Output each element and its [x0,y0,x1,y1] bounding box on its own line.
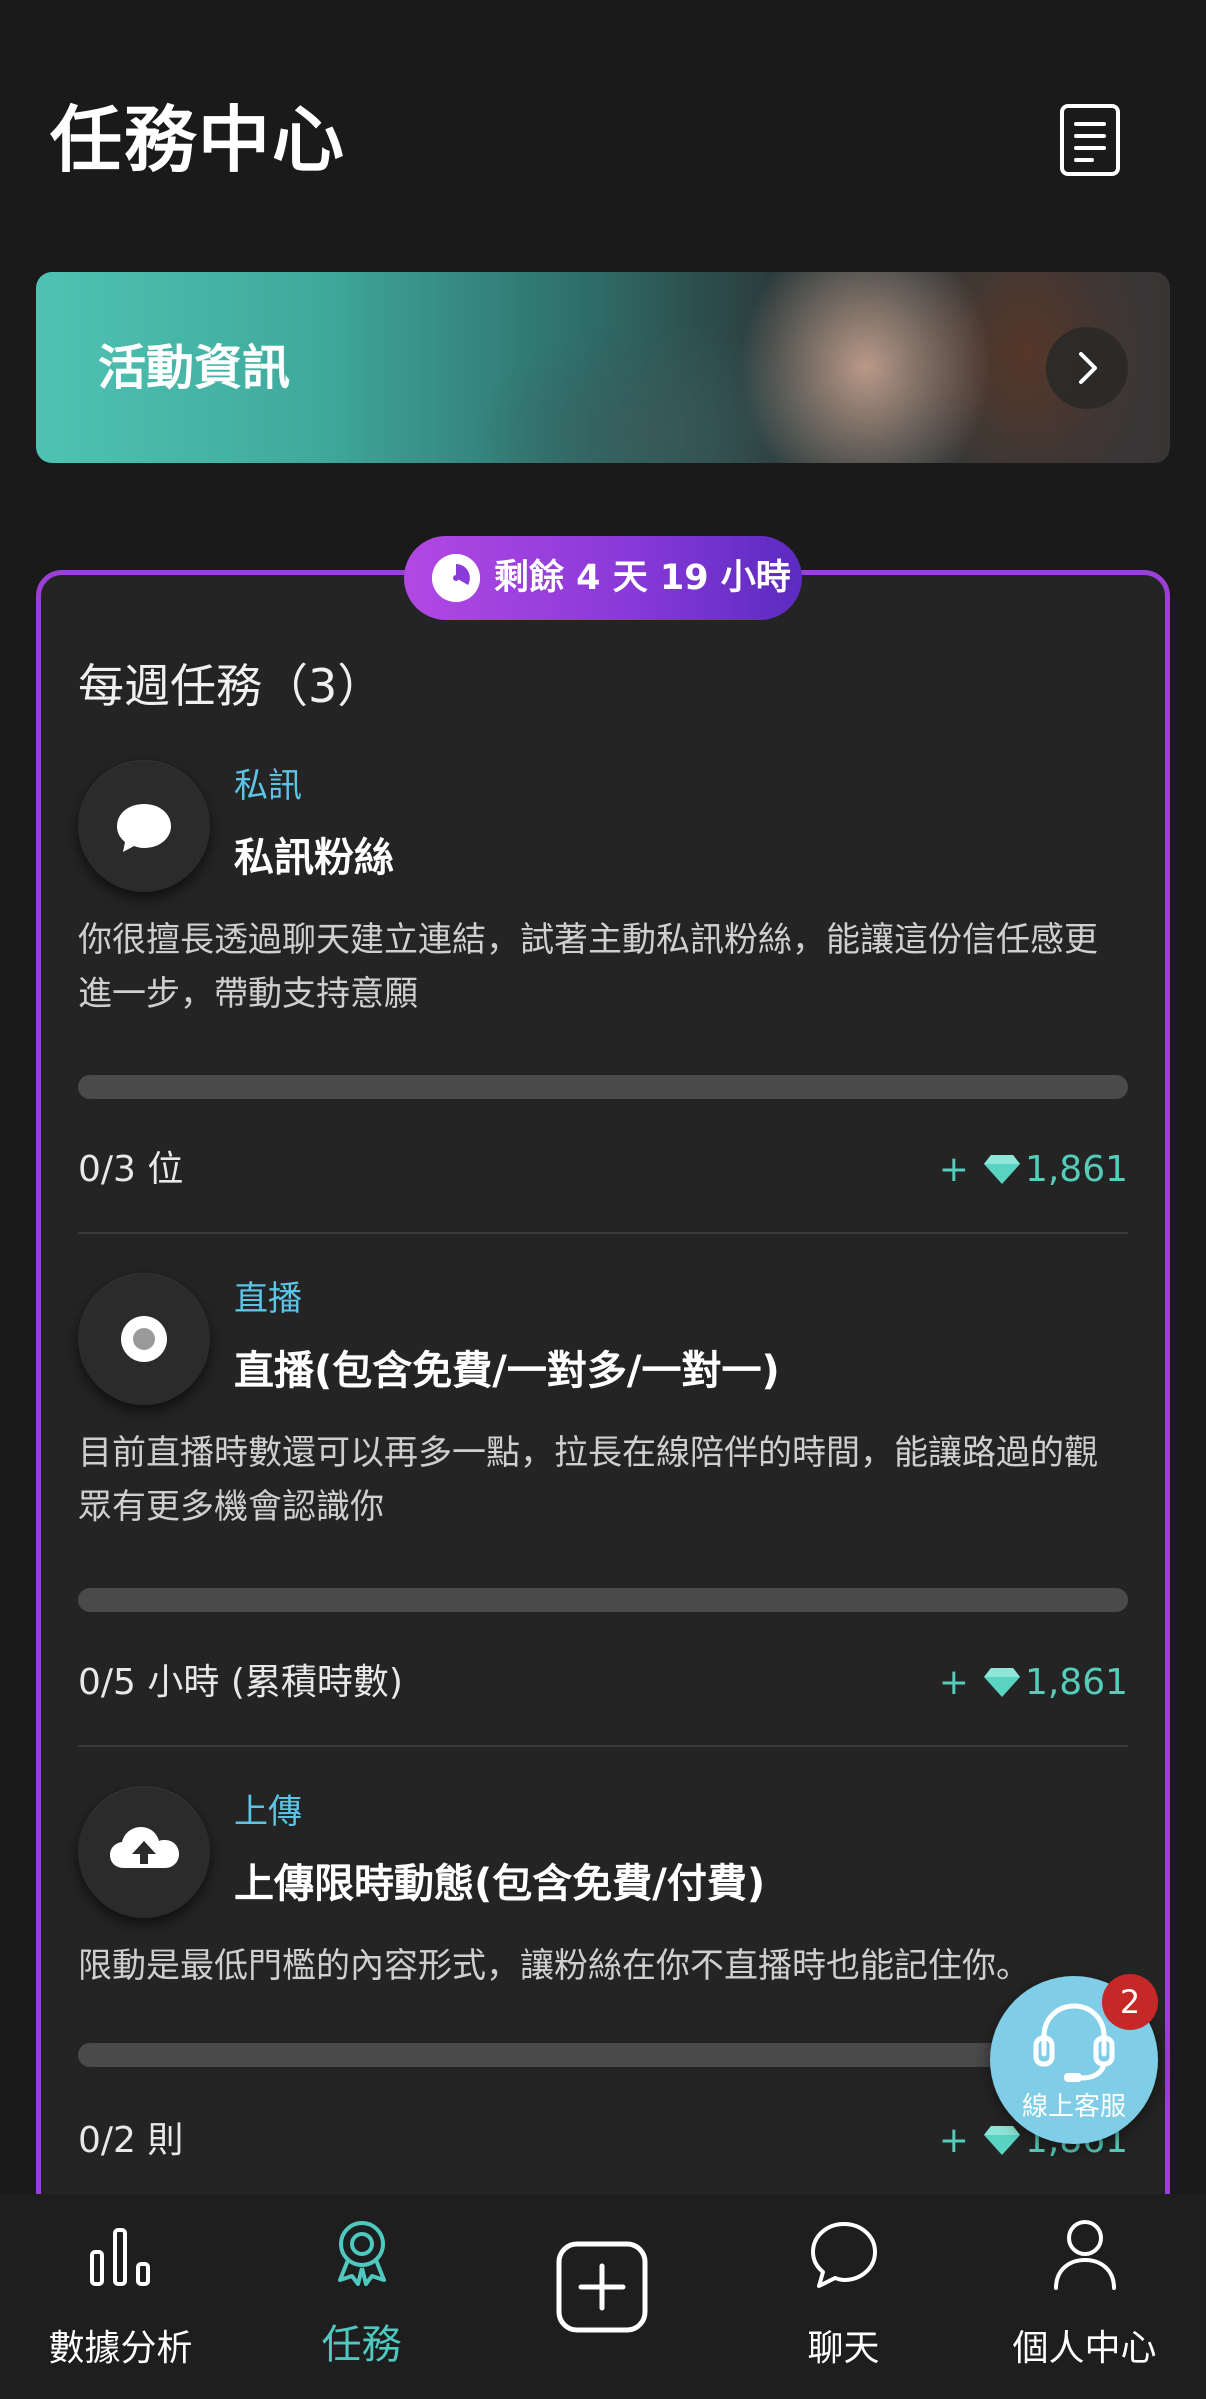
task-description: 你很擅長透過聊天建立連結，試著主動私訊粉絲，能讓這份信任感更進一步，帶動支持意願 [78,920,1098,1014]
progress-bar [78,1075,1128,1099]
document-list-icon[interactable] [1060,104,1120,176]
plus-square-icon [556,2241,648,2333]
divider [78,1232,1128,1234]
chat-bubble-icon [78,760,210,892]
reward-value: 1,861 [1024,1149,1128,1190]
reward-plus: + [938,2120,969,2161]
diamond-icon [983,1668,1020,1697]
nav-item-analytics[interactable]: 數據分析 [0,2194,241,2399]
bottom-nav: 數據分析 任務 聊天 個人中心 [0,2194,1206,2399]
task-progress-text: 0/3 位 [78,1149,184,1190]
task-name: 私訊粉絲 [234,835,394,881]
task-description: 限動是最低門檻的內容形式，讓粉絲在你不直播時也能記住你。 [78,1946,1030,1986]
header: 任務中心 [0,0,1206,240]
task-category: 直播 [234,1279,302,1319]
countdown-text: 剩餘 4 天 19 小時 [494,558,791,598]
clock-icon [432,554,480,602]
nav-label: 任務 [321,2322,402,2368]
task-description: 目前直播時數還可以再多一點，拉長在線陪伴的時間，能讓路過的觀眾有更多機會認識你 [78,1433,1098,1527]
nav-label: 數據分析 [48,2328,193,2369]
nav-item-tasks[interactable]: 任務 [241,2194,482,2399]
reward-plus: + [938,1662,969,1703]
banner-arrow-button[interactable] [1046,327,1128,409]
banner-title: 活動資訊 [98,340,291,396]
diamond-icon [983,2126,1020,2155]
divider [78,1745,1128,1747]
nav-item-chat[interactable]: 聊天 [723,2194,964,2399]
event-banner[interactable]: 活動資訊 [36,272,1170,463]
person-icon [1054,2220,1116,2290]
award-ribbon-icon [338,2221,386,2286]
task-name: 上傳限時動態(包含免費/付費) [234,1861,766,1907]
task-progress-text: 0/2 則 [78,2120,184,2161]
cloud-upload-icon [78,1786,210,1918]
reward-value: 1,861 [1024,1662,1128,1703]
nav-label: 個人中心 [1012,2328,1157,2369]
progress-bar [78,1588,1128,1612]
notification-badge: 2 [1102,1974,1158,2030]
customer-service-label: 線上客服 [1021,2092,1126,2122]
nav-item-profile[interactable]: 個人中心 [964,2194,1205,2399]
task-reward: +1,861 [939,1660,1128,1706]
page-title: 任務中心 [50,98,347,182]
task-category: 上傳 [234,1792,302,1832]
progress-bar [78,2043,1128,2067]
nav-item-create[interactable] [482,2194,723,2399]
chevron-right-icon [1079,352,1097,384]
countdown-badge: 剩餘 4 天 19 小時 [404,536,802,620]
section-title: 每週任務（3） [78,659,384,713]
reward-plus: + [938,1149,969,1190]
task-category: 私訊 [234,766,302,806]
nav-label: 聊天 [807,2328,880,2369]
task-name: 直播(包含免費/一對多/一對一) [234,1348,780,1394]
chat-icon [811,2222,877,2288]
task-progress-text: 0/5 小時 (累積時數) [78,1662,403,1703]
diamond-icon [983,1155,1020,1184]
task-reward: +1,861 [939,1147,1128,1193]
bar-chart-icon [90,2228,150,2286]
live-record-icon [78,1273,210,1405]
